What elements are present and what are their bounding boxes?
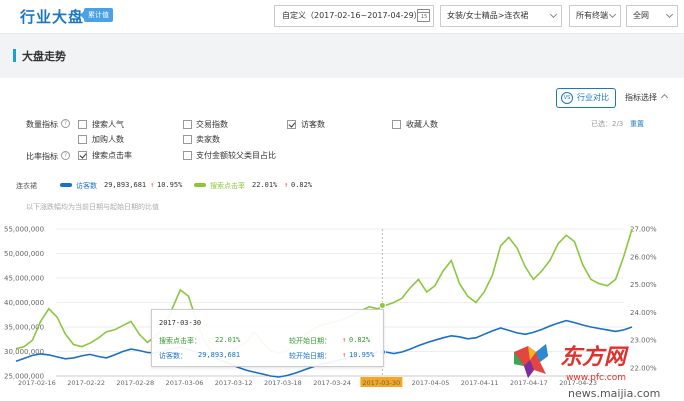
y-tick-label: 40,000,000 [4, 299, 44, 307]
legend-name-ctr[interactable]: 搜索点击率 [210, 181, 245, 191]
tooltip-visitors-value: 29,893,681 [198, 351, 241, 359]
tooltip-ctr-value: 22.01% [215, 336, 241, 344]
chevron-down-icon [608, 10, 617, 19]
x-tick-label: 2017-03-30 [362, 379, 400, 387]
section-title: 大盘走势 [22, 50, 66, 63]
y-tick-label: 55,000,000 [4, 226, 44, 234]
tooltip-ctr-name: 搜索点击率： [159, 337, 201, 345]
up-arrow-icon: ↑ [284, 181, 289, 189]
option-label: 搜索点击率 [92, 151, 132, 160]
quantity-metrics-label: 数量指标 [26, 120, 58, 129]
tooltip-visitors-name: 访客数： [159, 352, 187, 360]
legend-value-visitors: 29,893,681 [104, 181, 147, 189]
x-tick-label: 2017-03-06 [166, 379, 204, 387]
cumulative-badge[interactable]: 累计值 [80, 8, 113, 22]
calendar-day: 15 [421, 14, 428, 20]
x-tick-label: 2017-02-22 [67, 379, 105, 387]
tooltip-date: 2017-03-30 [159, 319, 202, 327]
option-label: 收藏人数 [406, 120, 438, 129]
help-icon[interactable]: ? [61, 151, 70, 160]
legend-name-visitors[interactable]: 访客数 [76, 181, 97, 191]
option-label: 支付金额较父类目占比 [196, 151, 276, 160]
checkbox-sellers[interactable] [183, 135, 192, 144]
selected-count: 已选：2/3 [591, 120, 624, 128]
checkbox-trade-index[interactable] [183, 120, 192, 129]
y-tick-label: 45,000,000 [4, 275, 44, 283]
category-select[interactable]: 女装/女士精品>连衣裙 [440, 5, 562, 27]
checkbox-add-to-cart[interactable] [78, 135, 87, 144]
option-label: 卖家数 [196, 135, 220, 144]
checkbox-search-popularity[interactable] [78, 120, 87, 129]
legend-value-ctr: 22.01% [252, 181, 278, 189]
section-accent [13, 49, 16, 62]
checkbox-payment-share[interactable] [183, 151, 192, 160]
x-tick-label: 2017-04-11 [461, 379, 499, 387]
industry-compare-label: 行业对比 [577, 93, 609, 102]
x-tick-label: 2017-02-16 [18, 379, 56, 387]
date-range-text: 自定义（2017-02-16~2017-04-29） [282, 11, 422, 20]
vs-icon: VS [561, 92, 573, 104]
x-tick-label: 2017-03-24 [313, 379, 351, 387]
option-label: 搜索人气 [92, 120, 124, 129]
x-tick-label: 2017-03-18 [264, 379, 302, 387]
checkbox-favorites[interactable] [392, 120, 401, 129]
up-arrow-icon: ↑ [342, 336, 347, 344]
chevron-down-icon [549, 10, 558, 19]
watermark-url: news.maijia.com [568, 387, 660, 400]
option-label: 加购人数 [92, 135, 124, 144]
watermark-site: www.pfc.com [566, 373, 626, 383]
legend-swatch-visitors[interactable] [60, 183, 72, 187]
y2-tick-label: 24.00% [630, 309, 657, 317]
tooltip-visitors-compare: 较开始日期： [289, 352, 331, 360]
checkbox-search-ctr[interactable] [78, 151, 87, 160]
network-value: 全网 [633, 11, 649, 20]
option-label: 交易指数 [196, 120, 228, 129]
option-label: 访客数 [301, 120, 325, 129]
checkbox-visitors[interactable] [287, 120, 296, 129]
page-title: 行业大盘 [20, 8, 85, 26]
tooltip-ctr-change: 0.82% [349, 336, 371, 344]
up-arrow-icon: ↑ [150, 181, 155, 189]
category-value: 女装/女士精品>连衣裙 [447, 11, 529, 20]
comparison-note: 以下涨跌幅均为当前日期与起始日期的比值 [26, 203, 159, 211]
legend-change-visitors: 10.95% [157, 181, 183, 189]
y2-tick-label: 25.00% [630, 281, 657, 289]
chart-tooltip: 2017-03-30 搜索点击率： 22.01% 较开始日期： ↑ 0.82% … [151, 309, 384, 367]
header-bar: 行业大盘 累计值 自定义（2017-02-16~2017-04-29） 15 女… [0, 0, 684, 34]
network-select[interactable]: 全网 [626, 5, 678, 27]
help-icon[interactable]: ? [61, 119, 70, 128]
terminal-select[interactable]: 所有终端 [569, 5, 621, 27]
legend-change-ctr: 0.82% [291, 181, 313, 189]
reset-link[interactable]: 重置 [630, 119, 644, 129]
legend-swatch-ctr[interactable] [194, 183, 206, 187]
x-tick-label: 2017-02-28 [116, 379, 154, 387]
tooltip-ctr-compare: 较开始日期： [289, 337, 331, 345]
chevron-down-icon [665, 10, 674, 19]
calendar-icon[interactable]: 15 [417, 9, 430, 22]
x-tick-label: 2017-04-05 [412, 379, 450, 387]
tooltip-visitors-change: 10.95% [349, 351, 375, 359]
date-range-picker[interactable]: 自定义（2017-02-16~2017-04-29） 15 [274, 5, 434, 27]
marker-ctr [378, 301, 386, 309]
watermark-logo: 东方网 www.pfc.com news.maijia.com [514, 344, 660, 400]
y-tick-label: 50,000,000 [4, 250, 44, 258]
up-arrow-icon: ↑ [342, 351, 347, 359]
section-header: 大盘走势 [0, 34, 684, 78]
chart-category-label: 连衣裙 [16, 182, 37, 190]
watermark-brand: 东方网 [560, 344, 629, 370]
ratio-metrics-label: 比率指标 [26, 152, 58, 161]
metric-select-toggle[interactable]: 指标选择 [625, 92, 657, 103]
y2-tick-label: 27.00% [630, 226, 657, 234]
y2-tick-label: 26.00% [630, 253, 657, 261]
x-tick-label: 2017-03-12 [215, 379, 253, 387]
terminal-value: 所有终端 [576, 11, 608, 20]
industry-compare-button[interactable]: VS 行业对比 [556, 88, 616, 108]
